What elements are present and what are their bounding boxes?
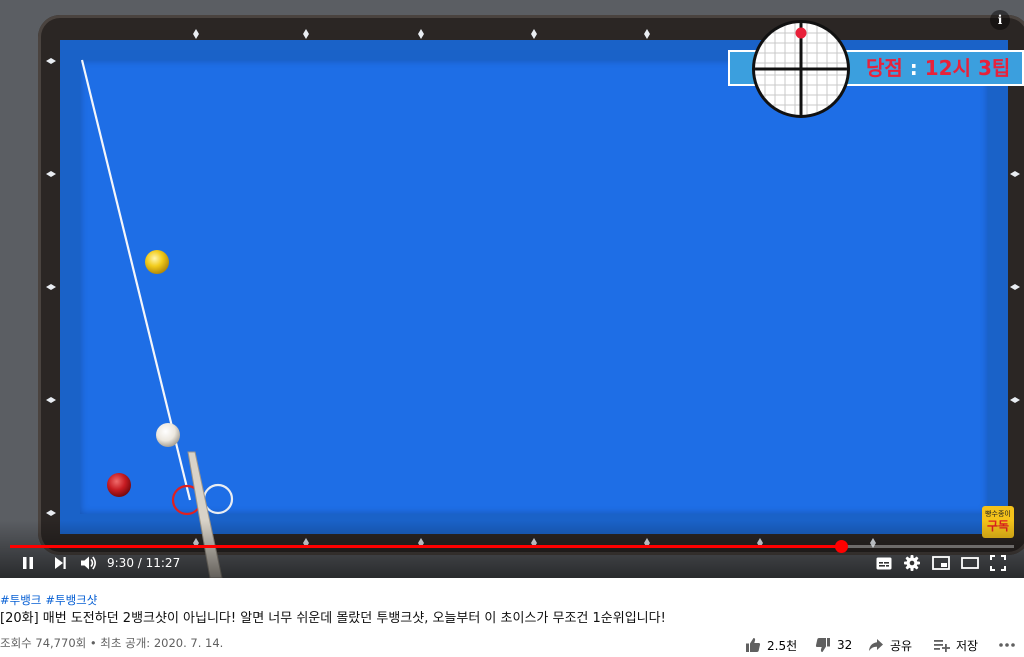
theater-icon [961, 557, 979, 569]
dislike-button[interactable]: 32 [815, 636, 852, 654]
more-horizontal-icon [999, 643, 1015, 647]
save-button[interactable]: 저장 [934, 636, 978, 654]
pause-icon [23, 557, 33, 569]
save-label: 저장 [956, 638, 979, 653]
mute-button[interactable] [78, 553, 100, 573]
volume-icon [81, 556, 96, 570]
video-title: [20화] 매번 도전하던 2뱅크샷이 아닙니다! 알면 너무 쉬운데 몰랐던 … [0, 611, 666, 626]
fullscreen-icon [990, 555, 1006, 571]
subtitles-icon [876, 557, 892, 569]
aim-point-text: 당점 : 12시 3팁 [866, 50, 1024, 86]
video-player[interactable]: 당점 : 12시 3팁 i 빵수종이 구독 9:30 / 11:27 [0, 0, 1024, 578]
like-count: 2.5천 [767, 638, 798, 653]
red-ball [107, 473, 131, 497]
pause-button[interactable] [18, 553, 38, 573]
playlist-add-icon [934, 640, 950, 652]
next-icon [55, 557, 66, 569]
subtitles-button[interactable] [874, 553, 894, 573]
settings-icon [904, 555, 920, 571]
aim-label: 당점 [866, 56, 903, 80]
like-button[interactable]: 2.5천 [745, 636, 797, 654]
miniplayer-button[interactable] [930, 553, 952, 573]
more-actions-button[interactable] [998, 636, 1022, 654]
dislike-count: 32 [837, 638, 853, 652]
next-button[interactable] [50, 553, 70, 573]
progress-bar[interactable] [10, 545, 1014, 548]
hashtag-link[interactable]: #투뱅크 [0, 593, 41, 607]
miniplayer-icon [932, 556, 950, 570]
fullscreen-button[interactable] [988, 553, 1008, 573]
thumbs-down-icon [815, 638, 830, 652]
badge-channel: 빵수종이 [985, 510, 1011, 518]
share-button[interactable]: 공유 [868, 636, 912, 654]
aim-separator: : [909, 56, 918, 80]
hashtag-list: #투뱅크 #투뱅크샷 [0, 592, 101, 608]
video-meta: 조회수 74,770회 • 최초 공개: 2020. 7. 14. [0, 636, 224, 650]
aim-target-icon [752, 20, 850, 118]
shot-diagram [80, 59, 234, 578]
progress-scrubber[interactable] [835, 540, 848, 553]
share-icon [869, 639, 883, 651]
settings-button[interactable] [902, 553, 922, 573]
share-label: 공유 [890, 638, 913, 653]
progress-played [10, 545, 841, 548]
contact-white-ring [202, 483, 234, 515]
aim-value: 12시 3팁 [924, 56, 1011, 80]
thumbs-up-icon [746, 638, 761, 652]
hashtag-link[interactable]: #투뱅크샷 [45, 593, 97, 607]
time-display: 9:30 / 11:27 [107, 556, 181, 570]
theater-button[interactable] [959, 553, 981, 573]
white-ball [156, 423, 180, 447]
info-icon[interactable]: i [990, 10, 1010, 30]
yellow-ball [145, 250, 169, 274]
